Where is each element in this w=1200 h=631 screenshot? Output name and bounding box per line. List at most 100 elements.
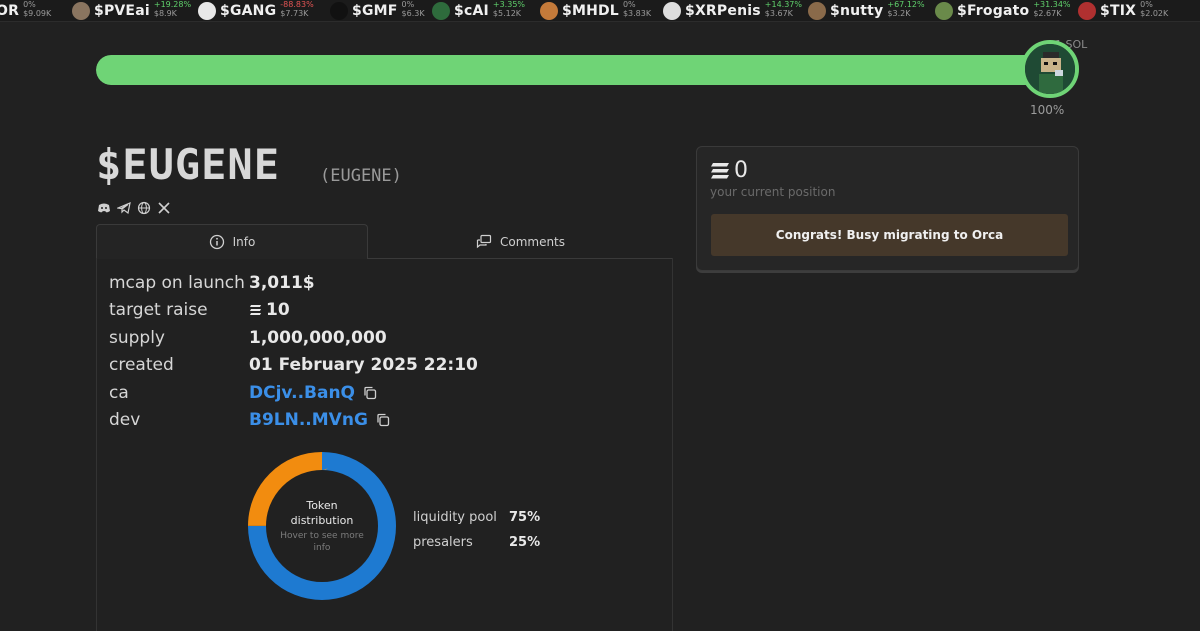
info-tabs: Info Comments (96, 224, 673, 259)
created-value: 01 February 2025 22:10 (249, 355, 478, 375)
ticker-meta: +14.37% $3.67K (765, 0, 802, 18)
ticker-avatar (935, 2, 953, 20)
target-value: 10 (266, 300, 290, 320)
created-label: created (109, 355, 174, 375)
ticker-mcap: $3.67K (764, 9, 793, 18)
ticker-change: +31.34% (1033, 0, 1071, 9)
ticker-meta: 0% $9.09K (23, 0, 51, 18)
position-amount: 0 (710, 158, 748, 183)
ticker-meta: +19.28% $8.9K (154, 0, 191, 18)
ticker-symbol: $Frogato (957, 3, 1030, 19)
position-card: 0 your current position Congrats! Busy m… (696, 146, 1079, 271)
token-name: $EUGENE (96, 140, 281, 189)
globe-icon[interactable] (137, 201, 151, 215)
ticker-meta: 0% $6.3K (402, 0, 425, 18)
dev-address-link[interactable]: B9LN..MVnG (249, 410, 368, 430)
ticker-item[interactable]: $Frogato +31.34% $2.67K (935, 0, 1071, 21)
ticker-change: +67.12% (887, 0, 925, 9)
ticker-mcap: $5.12K (492, 9, 522, 18)
info-row-mcap: mcap on launch 3,011$ (109, 273, 315, 293)
ticker-mcap: $3.83K (622, 9, 652, 18)
ticker-mcap: $7.73K (280, 9, 309, 18)
migration-status-button[interactable]: Congrats! Busy migrating to Orca (711, 214, 1068, 256)
progress-percent: 100% (1030, 103, 1065, 117)
position-amount-value: 0 (734, 158, 748, 183)
legend-value: 25% (509, 535, 541, 550)
ticker-avatar (72, 2, 90, 20)
ticker-symbol: $MHDL (562, 3, 619, 19)
ticker-item[interactable]: $GANG -88.83% $7.73K (198, 0, 314, 21)
info-row-dev: dev B9LN..MVnG (109, 410, 390, 430)
info-row-target: target raise 10 (109, 300, 290, 320)
x-icon[interactable] (157, 201, 171, 215)
ticker-item[interactable]: $XRPenis +14.37% $3.67K (663, 0, 802, 21)
telegram-icon[interactable] (115, 201, 131, 215)
sol-icon (250, 305, 261, 315)
ticker-item[interactable]: $TIX 0% $2.02K (1078, 0, 1168, 21)
tab-comments-label: Comments (499, 234, 566, 249)
ticker-item[interactable]: $MHDL 0% $3.83K (540, 0, 651, 21)
token-avatar-image (1025, 44, 1075, 94)
info-row-created: created 01 February 2025 22:10 (109, 355, 478, 375)
dev-label: dev (109, 410, 141, 430)
legend-value: 75% (509, 510, 541, 525)
ticker-symbol: $cAI (454, 3, 489, 19)
ticker-symbol: $nutty (830, 3, 884, 19)
ticker-change: +3.35% (492, 0, 526, 9)
comments-icon (476, 234, 492, 248)
ticker-avatar (1078, 2, 1096, 20)
position-subtitle: your current position (710, 185, 836, 199)
ticker-meta: +67.12% $3.2K (887, 0, 924, 18)
ticker-item[interactable]: $GMF 0% $6.3K (330, 0, 425, 21)
ticker-mcap: $6.3K (401, 9, 425, 18)
ticker-mcap: $2.67K (1033, 9, 1062, 18)
legend-row-liquidity: liquidity pool 75% (413, 505, 540, 530)
distribution-legend: liquidity pool 75% presalers 25% (413, 505, 540, 555)
sol-icon (711, 162, 729, 178)
ticker-avatar (808, 2, 826, 20)
ticker-symbol: OR (0, 3, 20, 19)
bonding-progress-bar (96, 55, 1054, 85)
info-row-ca: ca DCjv..BanQ (109, 383, 377, 403)
ticker-item[interactable]: OR0%$9.09K (0, 0, 51, 21)
ticker-meta: +3.35% $5.12K (493, 0, 525, 18)
info-row-supply: supply 1,000,000,000 (109, 328, 387, 348)
copy-dev-icon[interactable] (376, 413, 390, 427)
ticker-symbol: $TIX (1100, 3, 1137, 19)
tab-info-label: Info (232, 235, 256, 249)
ticker-avatar (432, 2, 450, 20)
ticker-change: 0% (622, 0, 636, 9)
ticker-change: 0% (1140, 0, 1153, 9)
ca-address-link[interactable]: DCjv..BanQ (249, 383, 355, 403)
legend-row-presalers: presalers 25% (413, 530, 540, 555)
tab-info[interactable]: Info (96, 224, 368, 259)
ticker-mcap: $8.9K (153, 9, 177, 18)
token-avatar[interactable] (1021, 40, 1079, 98)
ticker-symbol: $XRPenis (685, 3, 761, 19)
ticker-item[interactable]: $nutty +67.12% $3.2K (808, 0, 925, 21)
ticker-meta: 0% $3.83K (623, 0, 651, 18)
discord-icon[interactable] (97, 201, 111, 215)
social-links (97, 201, 171, 215)
ticker-meta: +31.34% $2.67K (1033, 0, 1070, 18)
tab-comments[interactable]: Comments (368, 224, 673, 259)
ticker-mcap: $9.09K (23, 9, 52, 18)
token-ticker: (EUGENE) (320, 166, 402, 186)
ticker-meta: -88.83% $7.73K (280, 0, 313, 18)
target-value-wrap: 10 (249, 300, 290, 320)
ticker-item[interactable]: $PVEai +19.28% $8.9K (72, 0, 191, 21)
mcap-value: 3,011$ (249, 273, 315, 293)
ticker-meta: 0% $2.02K (1140, 0, 1168, 18)
supply-label: supply (109, 328, 165, 348)
ticker-item[interactable]: $cAI +3.35% $5.12K (432, 0, 525, 21)
ticker-symbol: $GANG (220, 3, 277, 19)
donut-center: Token distribution Hover to see more inf… (274, 498, 370, 554)
distribution-title: Token distribution (290, 499, 354, 527)
bonding-progress-fill (96, 55, 1054, 85)
distribution-hint: Hover to see more info (280, 531, 364, 553)
copy-ca-icon[interactable] (363, 386, 377, 400)
mcap-label: mcap on launch (109, 273, 245, 293)
ticker-mcap: $2.02K (1140, 9, 1169, 18)
info-icon (209, 234, 224, 250)
legend-name: presalers (413, 535, 473, 550)
